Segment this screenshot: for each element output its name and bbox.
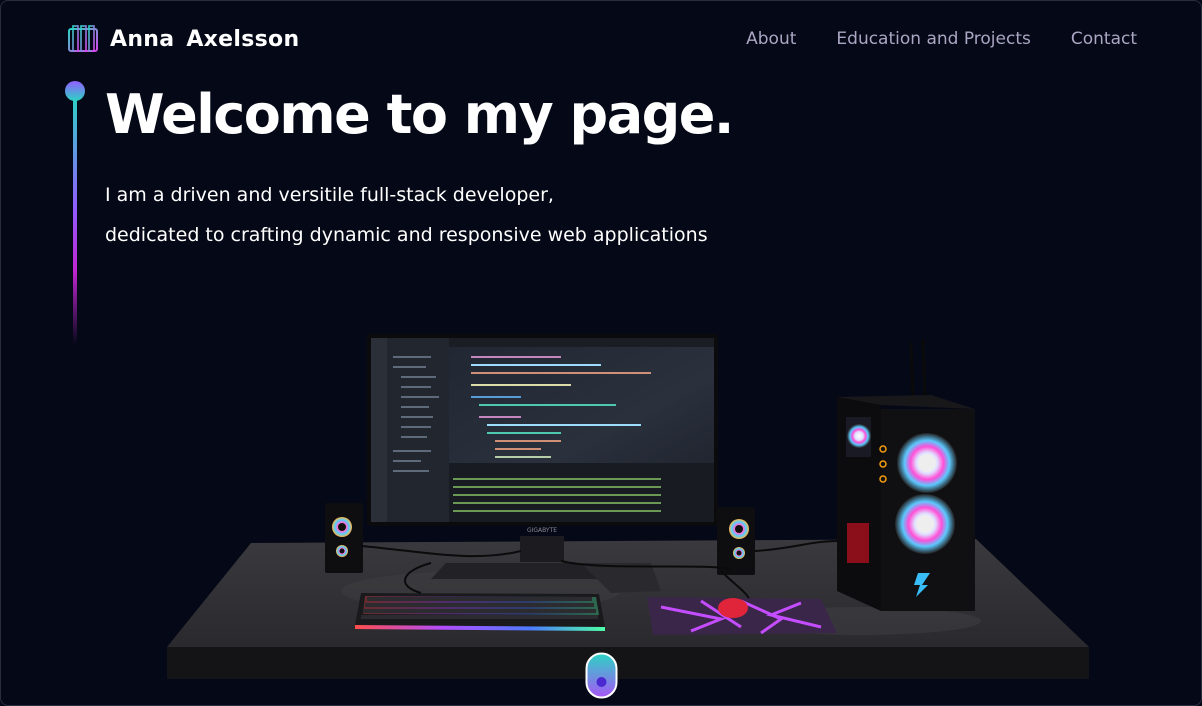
mouse (718, 598, 748, 618)
hero-subtitle-line-2: dedicated to crafting dynamic and respon… (105, 224, 708, 246)
monitor-brand: GIGABYTE (527, 527, 557, 534)
scroll-down-indicator[interactable] (585, 652, 618, 699)
right-speaker (717, 507, 755, 575)
main-nav: About Education and Projects Contact (746, 29, 1137, 49)
nav-contact[interactable]: Contact (1071, 29, 1137, 49)
logo[interactable]: Anna Axelsson (68, 25, 299, 53)
site-name: Anna Axelsson (110, 26, 300, 52)
pc-tower (837, 338, 975, 611)
logo-icon (68, 25, 98, 52)
keyboard (355, 593, 605, 631)
scroll-dot-icon (596, 677, 607, 687)
hero-title: Welcome to my page. (105, 83, 734, 146)
nav-about[interactable]: About (746, 29, 796, 49)
page-frame: Anna Axelsson About Education and Projec… (0, 0, 1202, 706)
nav-education-projects[interactable]: Education and Projects (836, 29, 1030, 49)
computer-desk-3d-scene[interactable]: GIGABYTE (1, 301, 1201, 705)
hero-subtitle-line-1: I am a driven and versitile full-stack d… (105, 184, 554, 206)
left-speaker (325, 503, 363, 573)
